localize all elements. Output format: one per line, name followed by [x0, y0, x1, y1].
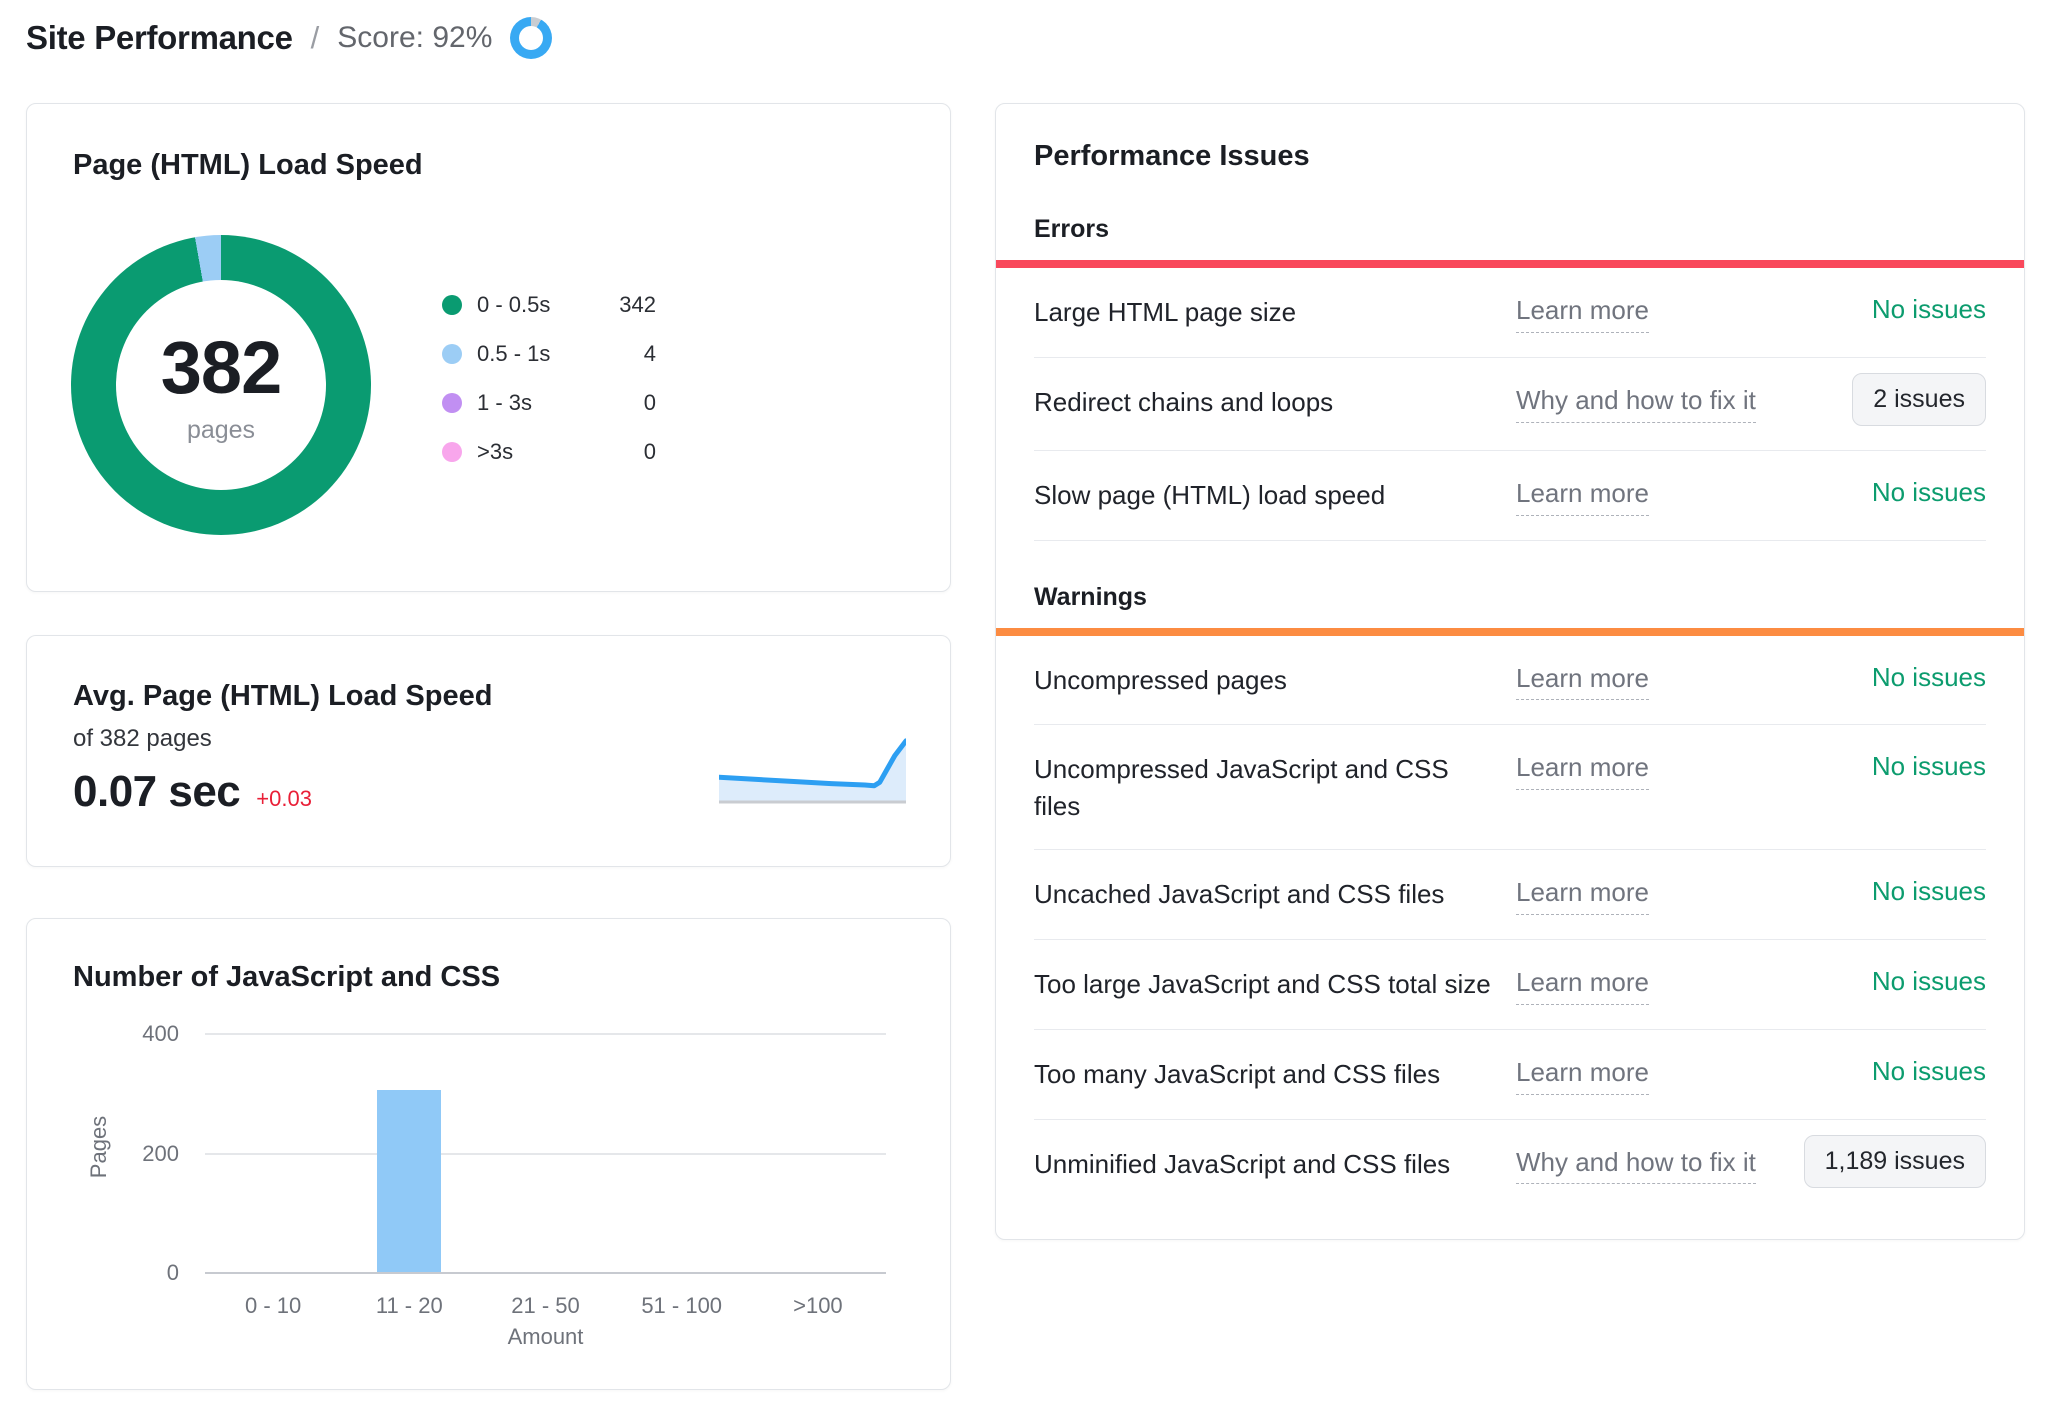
legend-item: >3s 0: [442, 427, 656, 476]
issue-count-button[interactable]: 2 issues: [1852, 372, 1986, 426]
issues-section: Errors Large HTML page size Learn more No i…: [996, 215, 2024, 541]
legend-value: 0: [643, 438, 656, 464]
issue-count-button[interactable]: 1,189 issues: [1803, 1134, 1986, 1188]
issue-name: Uncached JavaScript and CSS files: [1034, 879, 1445, 910]
js-css-count-card: Number of JavaScript and CSS Pages 0 200 4…: [26, 918, 951, 1390]
no-issues-status: No issues: [1871, 966, 1986, 996]
issue-name: Uncompressed pages: [1034, 664, 1287, 695]
issues-section-heading: Errors: [1034, 215, 1110, 243]
issue-help-link[interactable]: Learn more: [1516, 662, 1649, 701]
legend-dot-icon: [442, 441, 462, 462]
issue-row: Large HTML page size Learn more No issues: [1034, 268, 1986, 358]
issue-row: Unminified JavaScript and CSS files Why a…: [1034, 1120, 1986, 1212]
issue-row: Too many JavaScript and CSS files Learn m…: [1034, 1030, 1986, 1120]
issues-sections: Errors Large HTML page size Learn more No i…: [996, 215, 2024, 1212]
donut-center: 382 pages: [116, 280, 326, 490]
gridline: [205, 1272, 886, 1274]
x-category-label: >100: [793, 1293, 843, 1318]
avg-speed-delta: +0.03: [256, 786, 312, 811]
issue-name: Too large JavaScript and CSS total size: [1034, 969, 1491, 999]
js-css-chart: 0 200 400 0 - 10 11 - 20 21 - 50 51 - 100 >100: [142, 1021, 886, 1318]
issue-row: Uncached JavaScript and CSS files Learn m…: [1034, 850, 1986, 940]
donut-total-unit: pages: [186, 416, 256, 444]
card-title-js-css: Number of JavaScript and CSS: [73, 961, 501, 993]
issue-help-link[interactable]: Learn more: [1516, 966, 1649, 1005]
issue-help-link[interactable]: Learn more: [1516, 1056, 1649, 1095]
page-load-speed-card: Page (HTML) Load Speed 382 pages 0 - 0.5…: [26, 103, 951, 592]
legend-value: 4: [643, 340, 656, 366]
breadcrumb-divider: /: [310, 20, 320, 55]
issue-row: Uncompressed pages Learn more No issues: [1034, 636, 1986, 726]
x-category-label: 51 - 100: [641, 1293, 723, 1318]
no-issues-status: No issues: [1871, 1055, 1986, 1086]
legend-item: 1 - 3s 0: [442, 378, 656, 427]
gridline: [205, 1152, 886, 1155]
issues-section: Warnings Uncompressed pages Learn more No i…: [996, 582, 2024, 1212]
issue-name: Too many JavaScript and CSS files: [1034, 1058, 1441, 1089]
card-title-avg-speed: Avg. Page (HTML) Load Speed: [73, 680, 493, 712]
issue-name: Slow page (HTML) load speed: [1034, 479, 1386, 510]
y-tick-label: 0: [166, 1260, 179, 1285]
avg-load-speed-card: Avg. Page (HTML) Load Speed of 382 pages…: [26, 635, 951, 867]
issue-help-link[interactable]: Learn more: [1516, 751, 1649, 791]
no-issues-status: No issues: [1871, 751, 1986, 782]
no-issues-status: No issues: [1871, 661, 1986, 692]
issues-card-title: Performance Issues: [1034, 140, 1310, 172]
gridline: [205, 1033, 886, 1035]
avg-speed-value: 0.07 sec: [73, 767, 241, 816]
x-category-label: 11 - 20: [375, 1293, 443, 1318]
y-axis-label: Pages: [86, 1115, 111, 1179]
legend-label: 0.5 - 1s: [477, 340, 551, 366]
issue-help-link[interactable]: Why and how to fix it: [1516, 384, 1756, 423]
issue-name: Large HTML page size: [1034, 297, 1297, 327]
y-tick-label: 400: [142, 1021, 179, 1046]
performance-issues-card: Performance Issues Errors Large HTML page…: [995, 103, 2025, 1240]
x-category-label: 21 - 50: [511, 1293, 580, 1318]
legend-label: 1 - 3s: [477, 389, 533, 415]
legend-item: 0 - 0.5s 342: [442, 280, 656, 329]
legend-value: 0: [643, 389, 656, 415]
issue-name: Redirect chains and loops: [1034, 386, 1334, 417]
legend-item: 0.5 - 1s 4: [442, 329, 656, 378]
issue-name: Unminified JavaScript and CSS files: [1034, 1148, 1451, 1179]
load-speed-legend: 0 - 0.5s 342 0.5 - 1s 4 1 - 3s 0 >3s 0: [442, 280, 656, 476]
no-issues-status: No issues: [1871, 476, 1986, 507]
page-header: Site Performance / Score: 92%: [26, 12, 553, 64]
y-tick-label: 200: [142, 1140, 179, 1166]
no-issues-status: No issues: [1871, 876, 1986, 907]
issues-list: Large HTML page size Learn more No issues R…: [1034, 268, 1986, 541]
issues-list: Uncompressed pages Learn more No issues Unc…: [1034, 636, 1986, 1212]
legend-value: 342: [619, 291, 656, 317]
legend-dot-icon: [442, 294, 462, 315]
legend-label: >3s: [477, 438, 514, 464]
issue-row: Slow page (HTML) load speed Learn more No …: [1034, 451, 1986, 541]
issue-help-link[interactable]: Why and how to fix it: [1516, 1146, 1756, 1185]
legend-dot-icon: [442, 392, 462, 413]
avg-speed-sparkline: [719, 738, 906, 804]
bar: [377, 1089, 442, 1272]
no-issues-status: No issues: [1871, 294, 1986, 324]
issue-help-link[interactable]: Learn more: [1516, 876, 1649, 915]
score-text: Score: 92%: [337, 21, 493, 54]
load-speed-donut: 382 pages: [71, 235, 371, 535]
donut-total-pages: 382: [160, 326, 282, 409]
issue-row: Uncompressed JavaScript and CSS files Lea…: [1034, 725, 1986, 851]
section-accent-bar: [996, 260, 2024, 268]
page-title: Site Performance: [26, 19, 293, 56]
issue-help-link[interactable]: Learn more: [1516, 477, 1649, 516]
issue-help-link[interactable]: Learn more: [1516, 294, 1649, 333]
issue-name: Uncompressed JavaScript and CSS files: [1034, 754, 1449, 822]
issue-row: Too large JavaScript and CSS total size L…: [1034, 940, 1986, 1030]
legend-dot-icon: [442, 343, 462, 364]
x-axis-label: Amount: [507, 1324, 584, 1349]
issue-row: Redirect chains and loops Why and how to …: [1034, 358, 1986, 451]
score-ring-icon: [510, 17, 553, 59]
issues-section-heading: Warnings: [1034, 582, 1147, 611]
card-title-load-speed: Page (HTML) Load Speed: [73, 149, 423, 181]
section-accent-bar: [996, 627, 2024, 636]
legend-label: 0 - 0.5s: [477, 291, 551, 317]
x-category-label: 0 - 10: [244, 1293, 302, 1318]
